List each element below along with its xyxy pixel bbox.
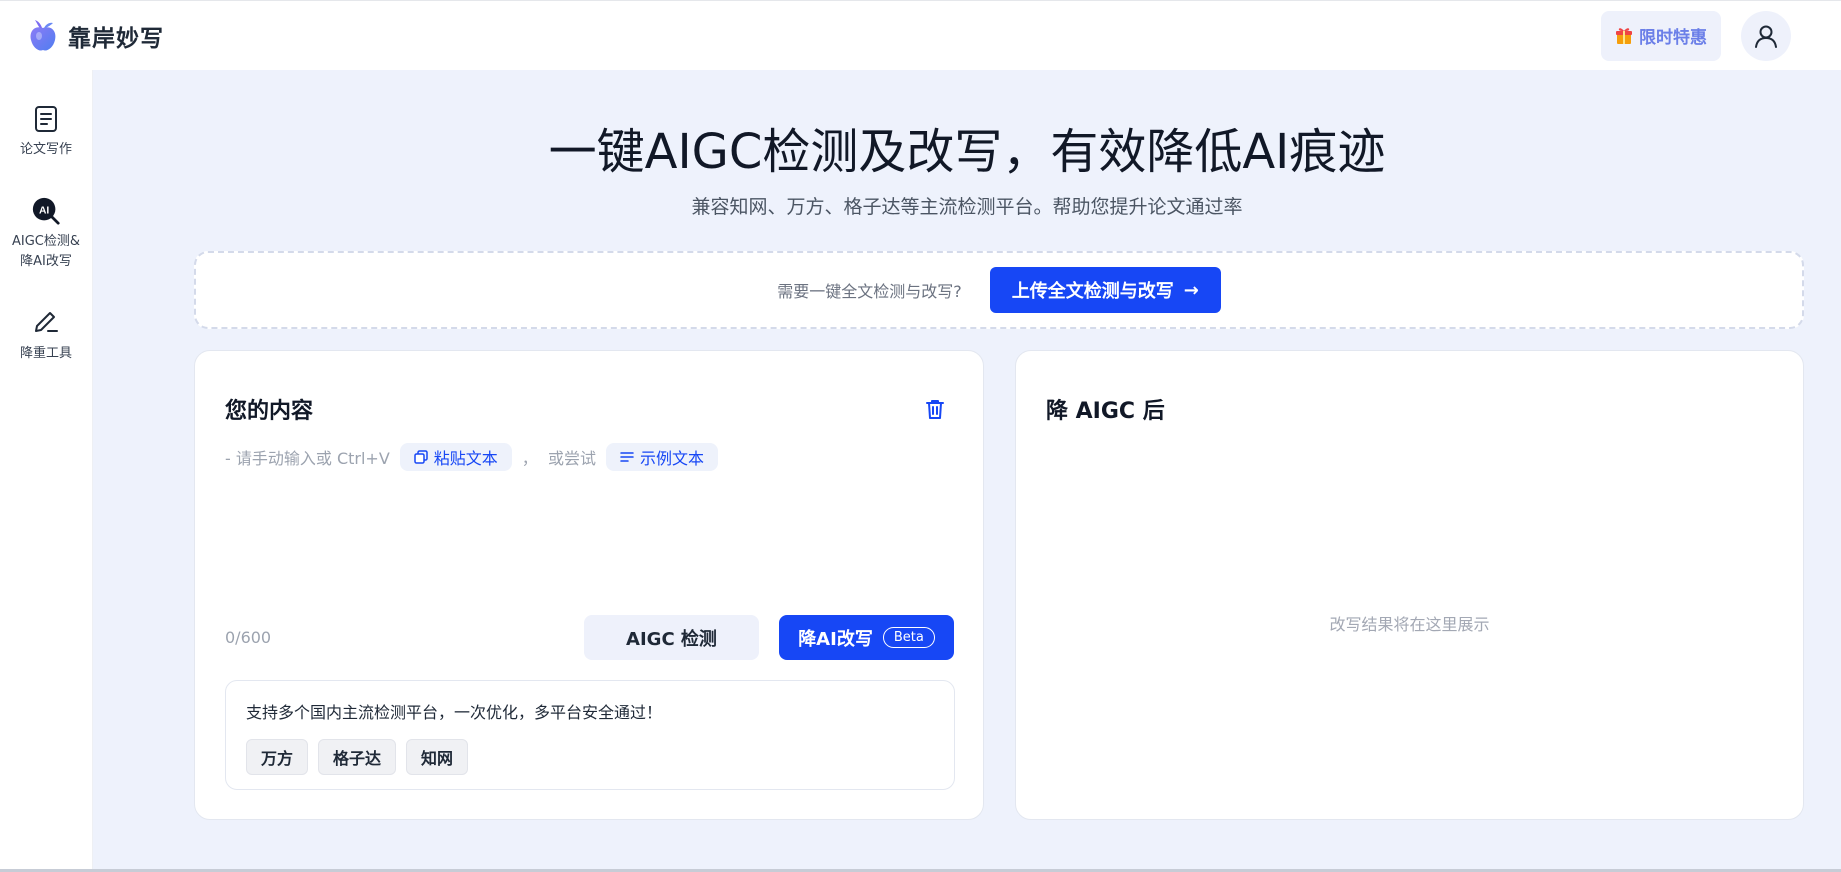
brand-logo-icon — [30, 19, 56, 51]
platform-tags: 万方 格子达 知网 — [246, 739, 934, 775]
promo-label: 限时特惠 — [1639, 28, 1707, 48]
promo-button[interactable]: 限时特惠 — [1601, 10, 1721, 61]
sidebar-item-paper-writing[interactable]: 论文写作 — [0, 104, 93, 160]
top-header: 靠岸妙写 限时特惠 — [0, 0, 1841, 70]
or-try-text: ， 或尝试 — [521, 449, 596, 468]
char-counter: 0/600 — [225, 628, 272, 647]
content-input[interactable] — [225, 481, 955, 601]
sidebar-item-aigc-detect[interactable]: AI AIGC检测& 降AI改写 — [0, 196, 93, 272]
platform-tag-wanfang: 万方 — [246, 739, 309, 775]
gift-icon — [1616, 27, 1632, 44]
paste-text-label: 粘贴文本 — [433, 449, 498, 468]
user-avatar-button[interactable] — [1741, 10, 1791, 61]
upload-button-label: 上传全文检测与改写 — [1011, 281, 1174, 302]
sidebar-item-label: 降重工具 — [19, 346, 72, 361]
ai-rewrite-label: 降AI改写 — [798, 628, 873, 650]
result-card-title: 降 AIGC 后 — [1046, 399, 1165, 424]
upload-bar: 需要一键全文检测与改写? 上传全文检测与改写 → — [194, 251, 1804, 329]
pen-icon — [31, 308, 61, 338]
clear-button[interactable] — [923, 397, 947, 421]
copy-icon — [414, 450, 428, 464]
sidebar-item-label: 论文写作 — [19, 142, 72, 157]
sidebar: 论文写作 AI AIGC检测& 降AI改写 降重工具 — [0, 70, 93, 872]
document-icon — [31, 104, 61, 134]
list-icon — [620, 452, 634, 462]
sidebar-item-dedup-tool[interactable]: 降重工具 — [0, 308, 93, 364]
ai-rewrite-button[interactable]: 降AI改写 Beta — [779, 615, 954, 660]
ai-search-icon: AI — [31, 196, 61, 226]
result-card: 降 AIGC 后 改写结果将在这里展示 — [1015, 350, 1804, 820]
input-hint: - 请手动输入或 Ctrl+V — [225, 449, 390, 468]
header-actions: 限时特惠 — [1601, 10, 1791, 61]
paste-text-button[interactable]: 粘贴文本 — [399, 443, 512, 471]
platform-support-box: 支持多个国内主流检测平台，一次优化，多平台安全通过！ 万方 格子达 知网 — [225, 680, 955, 790]
input-card-title: 您的内容 — [225, 399, 314, 424]
user-icon — [1755, 25, 1777, 48]
svg-text:AI: AI — [39, 205, 49, 216]
aigc-detect-button[interactable]: AIGC 检测 — [584, 615, 759, 660]
upload-hint: 需要一键全文检测与改写? — [777, 282, 962, 301]
input-hint-row: - 请手动输入或 Ctrl+V 粘贴文本 ， 或尝试 示例文本 — [225, 443, 718, 471]
platform-tag-cnki: 知网 — [406, 739, 469, 775]
input-card: 您的内容 - 请手动输入或 Ctrl+V 粘贴文本 ， 或尝试 示例文本 0/6… — [194, 350, 984, 820]
upload-full-text-button[interactable]: 上传全文检测与改写 → — [989, 267, 1221, 313]
brand[interactable]: 靠岸妙写 — [28, 19, 164, 53]
example-text-button[interactable]: 示例文本 — [605, 443, 718, 471]
trash-icon — [926, 400, 944, 419]
platform-tag-gezida: 格子达 — [318, 739, 397, 775]
beta-badge: Beta — [882, 627, 935, 648]
example-text-label: 示例文本 — [639, 449, 704, 468]
result-empty-text: 改写结果将在这里展示 — [1329, 615, 1490, 634]
arrow-right-icon: → — [1183, 279, 1199, 301]
sidebar-item-label: AIGC检测& 降AI改写 — [11, 234, 80, 269]
page-title: 一键AIGC检测及改写，有效降低AI痕迹 — [548, 124, 1386, 180]
aigc-detect-label: AIGC 检测 — [626, 628, 717, 650]
platform-support-text: 支持多个国内主流检测平台，一次优化，多平台安全通过！ — [246, 703, 663, 722]
brand-name: 靠岸妙写 — [68, 25, 164, 52]
page-subtitle: 兼容知网、万方、格子达等主流检测平台。帮助您提升论文通过率 — [691, 196, 1243, 218]
